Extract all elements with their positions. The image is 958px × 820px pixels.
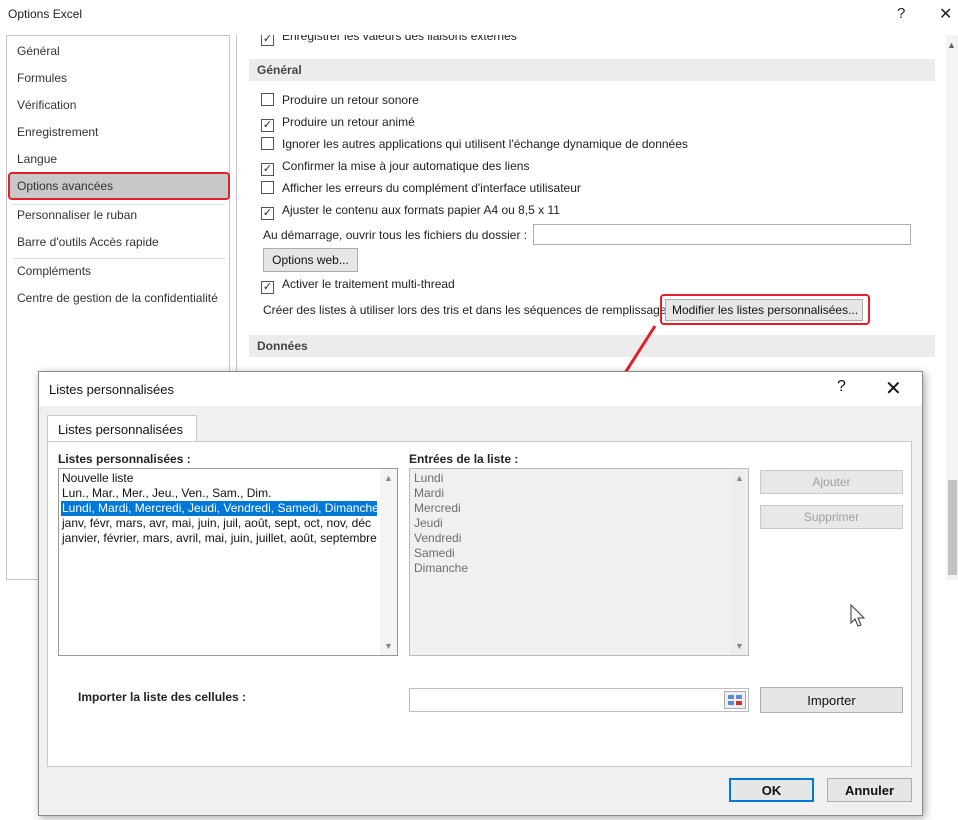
web-options-button[interactable]: Options web... (263, 248, 358, 272)
sidebar-divider (13, 204, 225, 205)
mouse-cursor-icon (850, 604, 866, 627)
dialog-title: Listes personnalisées (49, 382, 175, 397)
sidebar-item-trust-center[interactable]: Centre de gestion de la confidentialité (17, 291, 218, 305)
entry-line: Vendredi (414, 531, 462, 545)
entries-scrollbar[interactable]: ▲ ▼ (731, 469, 748, 655)
list-item[interactable]: Lun., Mar., Mer., Jeu., Ven., Sam., Dim. (61, 486, 377, 501)
range-selector-icon[interactable] (724, 691, 746, 709)
tab-custom-lists[interactable]: Listes personnalisées (47, 415, 197, 442)
checkbox-label: Produire un retour animé (282, 115, 415, 129)
checkbox-label: Confirmer la mise à jour automatique des… (282, 159, 530, 173)
custom-lists-dialog: Listes personnalisées ? ✕ Listes personn… (38, 371, 923, 816)
sidebar-item-addins[interactable]: Compléments (17, 264, 91, 278)
checkbox[interactable] (261, 137, 274, 150)
checkbox[interactable] (261, 181, 274, 194)
dialog-help-icon[interactable]: ? (837, 378, 846, 396)
checkbox-row-sound[interactable]: Produire un retour sonore (261, 93, 419, 111)
sidebar-item-advanced[interactable]: Options avancées (17, 179, 113, 193)
startup-folder-label: Au démarrage, ouvrir tous les fichiers d… (263, 228, 528, 242)
section-header-general: Général (249, 59, 935, 81)
lists-label: Listes personnalisées : (58, 452, 191, 466)
scroll-up-arrow-icon[interactable]: ▲ (735, 473, 744, 483)
checkbox-row-multithread[interactable]: ✓ Activer le traitement multi-thread (261, 277, 455, 295)
checkbox-label: Ignorer les autres applications qui util… (282, 137, 688, 151)
checkbox[interactable] (261, 93, 274, 106)
scroll-down-arrow-icon[interactable]: ▼ (735, 641, 744, 651)
checkbox-label: Afficher les erreurs du complément d'int… (282, 181, 581, 195)
range-cell (728, 701, 734, 705)
delete-button[interactable]: Supprimer (760, 505, 903, 529)
checkbox-row-update-links[interactable]: ✓ Confirmer la mise à jour automatique de… (261, 159, 529, 177)
entry-line: Dimanche (414, 561, 469, 575)
sidebar-item-quick-access[interactable]: Barre d'outils Accès rapide (17, 235, 159, 249)
section-header-data: Données (249, 335, 935, 357)
range-cell (736, 701, 742, 705)
window-titlebar: Options Excel ? ✕ (0, 0, 958, 30)
entries-label: Entrées de la liste : (409, 452, 519, 466)
checkbox-label: Activer le traitement multi-thread (282, 277, 455, 291)
scroll-up-arrow-icon[interactable]: ▲ (384, 473, 393, 483)
list-item[interactable]: Nouvelle liste (61, 471, 377, 486)
checkbox-row-paper-format[interactable]: ✓ Ajuster le contenu aux formats papier A… (261, 203, 560, 221)
custom-lists-label: Créer des listes à utiliser lors des tri… (263, 303, 674, 317)
lists-scrollbar[interactable]: ▲ ▼ (380, 469, 397, 655)
sidebar-item-save[interactable]: Enregistrement (17, 125, 98, 139)
close-icon[interactable]: ✕ (939, 4, 952, 24)
checkbox-row-external-links[interactable]: ✓ Enregistrer les valeurs des liaisons ex… (261, 35, 517, 47)
dialog-close-icon[interactable]: ✕ (885, 376, 902, 401)
checkbox[interactable]: ✓ (261, 281, 274, 294)
ok-button[interactable]: OK (729, 778, 814, 802)
entry-line: Mardi (414, 486, 445, 500)
entry-line: Jeudi (414, 516, 443, 530)
range-cell (736, 695, 742, 699)
entry-line: Lundi (414, 471, 444, 485)
sidebar-item-formulas[interactable]: Formules (17, 71, 67, 85)
checkbox-row-animation[interactable]: ✓ Produire un retour animé (261, 115, 415, 133)
dialog-titlebar: Listes personnalisées ? ✕ (39, 372, 922, 406)
list-item[interactable]: janv, févr, mars, avr, mai, juin, juil, … (61, 516, 377, 531)
import-button[interactable]: Importer (760, 687, 903, 713)
startup-folder-input[interactable] (533, 224, 911, 245)
checkbox-label: Produire un retour sonore (282, 93, 419, 107)
checkbox[interactable]: ✓ (261, 163, 274, 176)
add-button[interactable]: Ajouter (760, 470, 903, 494)
custom-lists-listbox[interactable]: Nouvelle liste Lun., Mar., Mer., Jeu., V… (58, 468, 398, 656)
checkbox[interactable]: ✓ (261, 35, 274, 46)
import-label: Importer la liste des cellules : (78, 690, 247, 704)
sidebar-item-proofing[interactable]: Vérification (17, 98, 76, 112)
sidebar-item-language[interactable]: Langue (17, 152, 57, 166)
list-item[interactable]: janvier, février, mars, avril, mai, juin… (61, 531, 377, 546)
window-title: Options Excel (8, 7, 83, 21)
import-range-input[interactable] (409, 688, 749, 712)
list-entries-textbox[interactable]: Lundi Mardi Mercredi Jeudi Vendredi Same… (409, 468, 749, 656)
sidebar-item-customize-ribbon[interactable]: Personnaliser le ruban (17, 208, 137, 222)
entry-line: Mercredi (414, 501, 461, 515)
sidebar-divider (13, 258, 225, 259)
edit-custom-lists-button[interactable]: Modifier les listes personnalisées... (665, 299, 863, 321)
sidebar-item-general[interactable]: Général (17, 44, 60, 58)
scroll-up-arrow-icon[interactable]: ▲ (947, 40, 956, 50)
checkbox-row-dde[interactable]: Ignorer les autres applications qui util… (261, 137, 688, 155)
checkbox-row-addin-errors[interactable]: Afficher les erreurs du complément d'int… (261, 181, 581, 199)
checkbox-label: Enregistrer les valeurs des liaisons ext… (282, 35, 517, 43)
help-icon[interactable]: ? (897, 5, 905, 22)
cancel-button[interactable]: Annuler (827, 778, 912, 802)
scrollbar-thumb[interactable] (948, 480, 957, 575)
list-item-selected[interactable]: Lundi, Mardi, Mercredi, Jeudi, Vendredi,… (61, 501, 377, 516)
entry-line: Samedi (414, 546, 455, 560)
checkbox[interactable]: ✓ (261, 119, 274, 132)
custom-lists-panel: Listes personnalisées : Entrées de la li… (47, 441, 912, 767)
scroll-down-arrow-icon[interactable]: ▼ (384, 641, 393, 651)
checkbox-label: Ajuster le contenu aux formats papier A4… (282, 203, 560, 217)
checkbox[interactable]: ✓ (261, 207, 274, 220)
range-cell (728, 695, 734, 699)
